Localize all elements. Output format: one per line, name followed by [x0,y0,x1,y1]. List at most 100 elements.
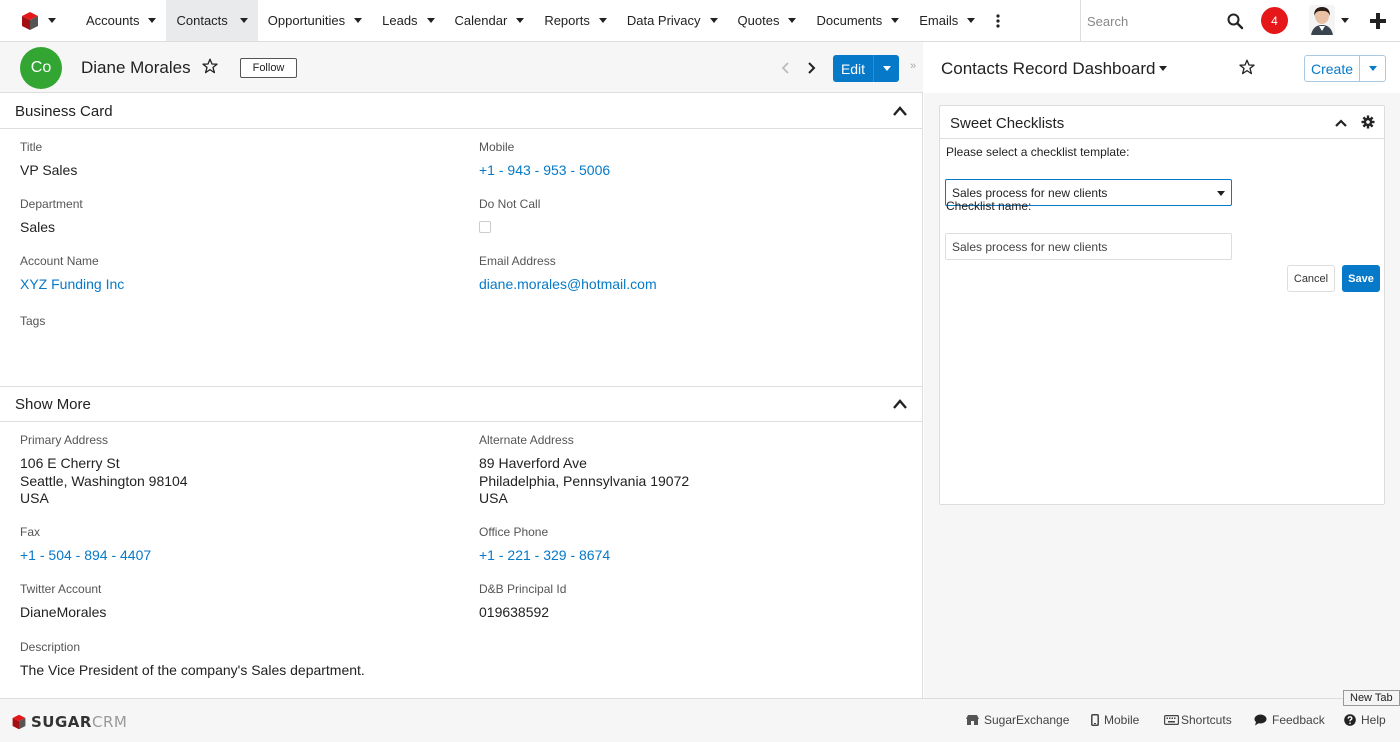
fax-link[interactable]: +1 - 504 - 894 - 4407 [20,547,151,565]
new-tab-tooltip: New Tab [1343,690,1400,706]
department-field: Department Sales [20,197,83,237]
toggle-sidebar-button[interactable]: » [910,60,916,72]
office-phone-link[interactable]: +1 - 221 - 329 - 8674 [479,547,610,565]
feedback-link[interactable]: Feedback [1254,713,1325,727]
checklist-name-input[interactable] [945,233,1232,260]
chevron-up-icon[interactable] [892,105,908,117]
shortcuts-link[interactable]: Shortcuts [1164,713,1232,727]
account-link[interactable]: XYZ Funding Inc [20,276,124,294]
favorite-star-icon[interactable] [202,58,218,74]
field-label: Tags [20,314,46,328]
create-dashboard-button[interactable]: Create [1304,55,1360,82]
user-avatar-icon [1309,5,1335,35]
next-record-chevron-icon[interactable] [803,60,819,76]
tags-field: Tags [20,314,45,328]
field-label: Twitter Account [20,582,102,596]
tab-caret-icon[interactable] [239,18,248,23]
notification-count: 4 [1271,13,1278,28]
collapse-chevron-up-icon[interactable] [1334,118,1348,128]
tab-reports[interactable]: Reports [534,0,617,41]
sweet-checklists-dashlet: Sweet Checklists Please select a checkli… [939,105,1385,505]
tab-quotes[interactable]: Quotes [728,0,807,41]
tab-caret-icon[interactable] [709,18,718,23]
tab-label: Emails [919,13,959,28]
more-modules-button[interactable] [985,0,1011,41]
user-menu-button[interactable] [1309,5,1349,35]
tab-accounts[interactable]: Accounts [76,0,166,41]
office-phone-field: Office Phone +1 - 221 - 329 - 8674 [479,525,610,565]
follow-button[interactable]: Follow [240,58,297,78]
keyboard-icon [1164,715,1179,725]
tab-label: Accounts [86,13,140,28]
do-not-call-checkbox[interactable] [479,221,491,233]
field-label: Account Name [20,254,99,268]
tab-label: Opportunities [267,13,346,28]
tab-caret-icon[interactable] [967,18,976,23]
favorite-dashboard-star-icon[interactable] [1239,59,1255,75]
email-link[interactable]: diane.morales@hotmail.com [479,276,657,294]
tab-opportunities[interactable]: Opportunities [258,0,372,41]
sugarcrm-logo[interactable]: SUGARCRM [11,713,127,731]
tab-caret-icon[interactable] [516,18,525,23]
search-icon[interactable] [1226,12,1244,30]
address-value: 106 E Cherry St Seattle, Washington 9810… [20,455,188,508]
edit-actions-dropdown[interactable] [873,55,899,82]
create-actions-dropdown[interactable] [1360,55,1386,82]
tab-emails[interactable]: Emails [909,0,985,41]
link-label: Feedback [1272,713,1325,727]
global-actions: 4 [1080,0,1386,42]
mobile-phone-icon [1091,714,1099,726]
tab-caret-icon[interactable] [891,18,900,23]
primary-address-field: Primary Address 106 E Cherry St Seattle,… [20,433,188,508]
help-link[interactable]: Help [1344,713,1386,727]
field-label: Primary Address [20,433,109,447]
tab-caret-icon[interactable] [598,18,607,23]
show-more-panel-header[interactable]: Show More [0,386,923,422]
gear-icon[interactable] [1361,115,1375,129]
field-label: Alternate Address [479,433,574,447]
address-line: Philadelphia, Pennsylvania 19072 [479,472,690,489]
tab-contacts[interactable]: Contacts [166,0,258,41]
tab-calendar[interactable]: Calendar [445,0,535,41]
chevron-up-icon[interactable] [892,398,908,410]
tab-caret-icon[interactable] [788,18,797,23]
sugarexchange-link[interactable]: SugarExchange [966,713,1069,727]
vertical-ellipsis-icon [996,13,1000,28]
previous-record-chevron-icon[interactable] [778,60,794,76]
tab-label: Contacts [176,13,228,28]
record-header: Co Diane Morales Follow Edit » [0,42,923,93]
address-line: USA [479,490,508,506]
link-label: Mobile [1104,713,1140,727]
mobile-phone-link[interactable]: +1 - 943 - 953 - 5006 [479,162,610,180]
edit-button[interactable]: Edit [833,55,873,82]
tab-label: Reports [544,13,590,28]
tab-caret-icon[interactable] [354,18,363,23]
notifications-badge[interactable]: 4 [1261,7,1288,34]
tab-leads[interactable]: Leads [372,0,444,41]
home-menu-button[interactable] [0,0,76,41]
dashboard-menu-caret-icon[interactable] [1159,66,1167,71]
dashboard-title[interactable]: Contacts Record Dashboard [941,59,1156,79]
save-button[interactable]: Save [1342,265,1380,292]
tab-caret-icon[interactable] [426,18,435,23]
business-card-panel-header[interactable]: Business Card [0,93,923,129]
tab-caret-icon[interactable] [148,18,157,23]
cancel-button[interactable]: Cancel [1287,265,1335,292]
description-field: Description The Vice President of the co… [20,640,365,680]
email-field: Email Address diane.morales@hotmail.com [479,254,657,294]
tab-data-privacy[interactable]: Data Privacy [617,0,728,41]
quick-create-plus-icon[interactable] [1367,10,1389,32]
field-label: Department [20,197,83,211]
mobile-link[interactable]: Mobile [1091,713,1139,727]
field-label: Do Not Call [479,197,541,211]
address-line: 89 Haverford Ave [479,455,587,471]
field-label: Fax [20,525,41,539]
tab-label: Quotes [737,13,780,28]
field-label: Description [20,640,81,654]
title-field: Title VP Sales [20,140,77,180]
speech-bubble-icon [1254,714,1267,726]
link-label: SugarExchange [984,713,1070,727]
dashlet-header: Sweet Checklists [940,106,1384,139]
tab-documents[interactable]: Documents [806,0,909,41]
field-value: 019638592 [479,604,550,620]
